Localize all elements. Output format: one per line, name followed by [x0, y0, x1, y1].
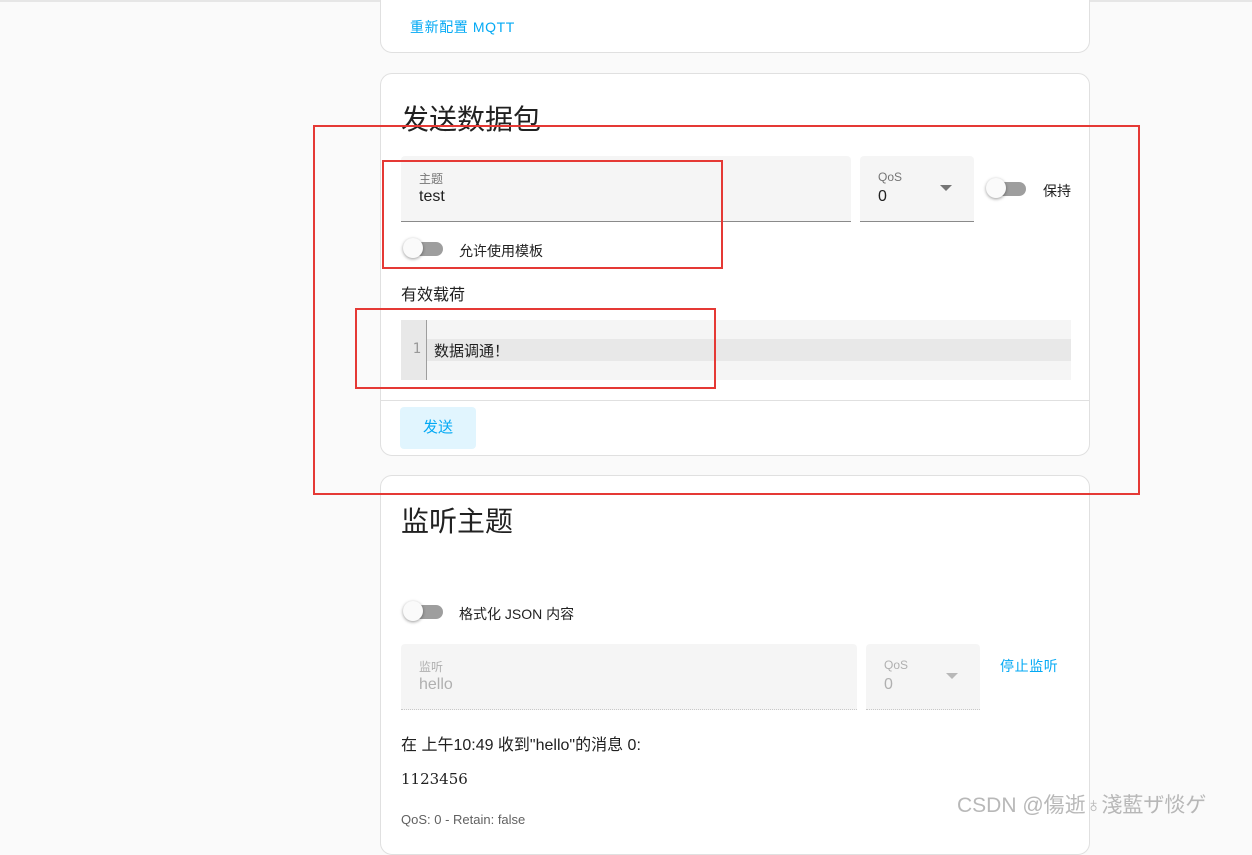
retain-label: 保持	[1043, 183, 1071, 199]
listen-topic-value: hello	[419, 676, 453, 693]
chevron-down-icon	[946, 673, 958, 679]
format-json-switch[interactable]	[403, 601, 443, 621]
publish-qos-value: 0	[878, 188, 887, 205]
format-json-switch-thumb	[403, 601, 423, 621]
allow-template-label: 允许使用模板	[459, 243, 543, 259]
publish-topic-field[interactable]: 主题 test	[401, 156, 851, 222]
listen-qos-select[interactable]: QoS 0	[866, 644, 980, 710]
payload-editor[interactable]: 1 数据调通！	[401, 320, 1071, 380]
publish-topic-label: 主题	[419, 172, 444, 186]
listen-topic-label: 监听	[419, 660, 444, 674]
payload-text[interactable]: 数据调通！	[434, 340, 509, 361]
publish-card: 发送数据包 主题 test QoS 0 保持 允许使用模板 有效载荷 1 数据调…	[380, 73, 1090, 456]
listen-topic-field[interactable]: 监听 hello	[401, 644, 857, 710]
line-number: 1	[412, 341, 421, 357]
publish-qos-label: QoS	[878, 170, 903, 184]
retain-switch[interactable]	[986, 178, 1026, 198]
watermark: CSDN @傷逝♁淺藍ザ惔ゲ	[957, 794, 1207, 817]
payload-label: 有效载荷	[401, 287, 466, 304]
stop-listening-button[interactable]: 停止监听	[1000, 656, 1058, 676]
listen-card-title: 监听主题	[401, 506, 514, 537]
publish-topic-value: test	[419, 188, 445, 205]
listen-qos-label: QoS	[884, 658, 909, 672]
mqtt-config-card: 重新配置 MQTT	[380, 0, 1090, 53]
send-button[interactable]: 发送	[400, 407, 476, 449]
allow-template-switch-thumb	[403, 238, 423, 258]
card-actions-divider	[381, 400, 1089, 401]
publish-card-title: 发送数据包	[401, 104, 542, 135]
active-line-highlight	[427, 339, 1071, 361]
allow-template-switch[interactable]	[403, 238, 443, 258]
format-json-label: 格式化 JSON 内容	[459, 606, 575, 622]
listen-qos-value: 0	[884, 676, 893, 693]
chevron-down-icon	[940, 185, 952, 191]
message-header: 在 上午10:49 收到"hello"的消息 0:	[401, 737, 641, 754]
reconfigure-mqtt-button[interactable]: 重新配置 MQTT	[410, 17, 515, 37]
message-body: 1123456	[401, 770, 468, 788]
retain-switch-thumb	[986, 178, 1006, 198]
publish-qos-select[interactable]: QoS 0	[860, 156, 974, 222]
message-meta: QoS: 0 - Retain: false	[401, 812, 526, 827]
